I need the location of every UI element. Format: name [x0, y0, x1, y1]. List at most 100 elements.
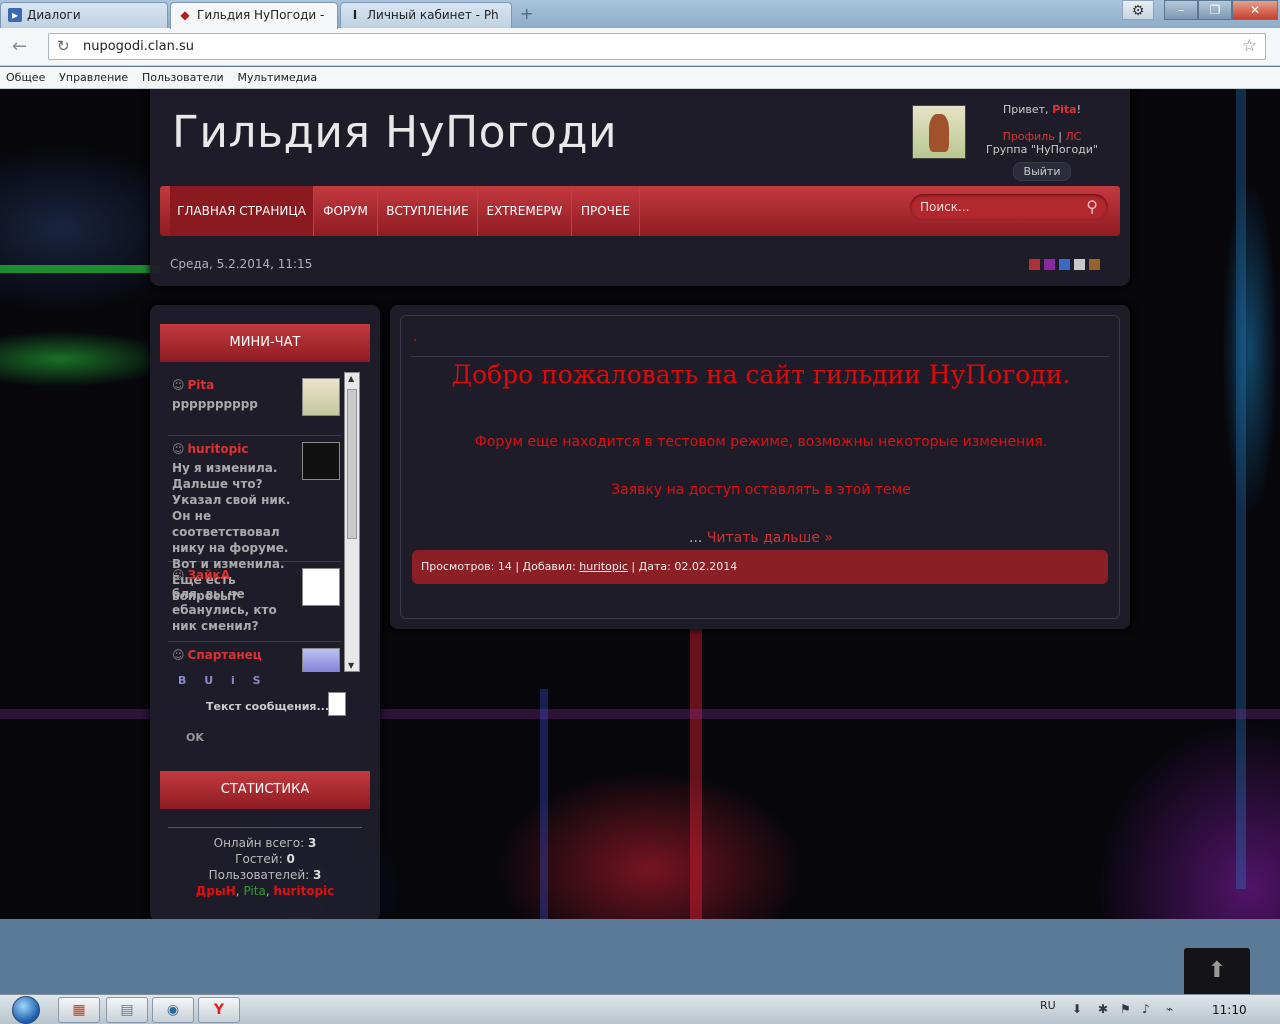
- minichat-title: МИНИ-ЧАТ: [160, 324, 370, 362]
- tab-dialogs[interactable]: ▸ Диалоги: [0, 2, 168, 28]
- color-swatch[interactable]: [1074, 259, 1085, 270]
- network-icon[interactable]: ⌁: [1166, 1002, 1173, 1016]
- read-more: ... Читать дальше »: [401, 530, 1121, 546]
- site-title[interactable]: Гильдия НуПогоди: [172, 107, 617, 158]
- tab-cabinet[interactable]: I Личный кабинет - Ph: [340, 2, 512, 28]
- greeting-username[interactable]: Pita: [1052, 103, 1077, 116]
- url-text[interactable]: nupogodi.clan.su: [83, 39, 194, 54]
- gear-icon[interactable]: ⚙: [1122, 0, 1154, 20]
- clock[interactable]: 11:10: [1212, 1003, 1247, 1017]
- bg-streak: [0, 265, 160, 273]
- chat-message: Спартанец: [168, 642, 342, 672]
- pm-link[interactable]: ЛС: [1065, 130, 1081, 143]
- volume-icon[interactable]: ♪: [1142, 1002, 1150, 1016]
- read-more-link[interactable]: Читать дальше »: [707, 530, 833, 546]
- scroll-to-top-button[interactable]: ⬆: [1184, 948, 1250, 998]
- italic-button[interactable]: i: [231, 674, 235, 687]
- color-swatch[interactable]: [1044, 259, 1055, 270]
- scroll-down-icon[interactable]: ▼: [348, 661, 354, 670]
- bookmarks-bar: Общее Управление Пользователи Мультимеди…: [0, 67, 1280, 89]
- online-user[interactable]: huritopic: [273, 884, 334, 898]
- chat-message: Pita pppppppppp: [168, 372, 342, 436]
- maximize-button[interactable]: ❐: [1198, 0, 1232, 20]
- window-controls: – ❐ ✕: [1164, 0, 1278, 20]
- avatar[interactable]: [302, 378, 340, 416]
- online-user[interactable]: ДрыН: [196, 884, 236, 898]
- logout-button[interactable]: Выйти: [1012, 162, 1072, 181]
- stat-value: 3: [312, 868, 322, 882]
- menu-home[interactable]: ГЛАВНАЯ СТРАНИЦА: [170, 186, 314, 236]
- stat-users: Пользователей: 3: [160, 867, 370, 883]
- paint-icon: ▦: [72, 1002, 86, 1018]
- browser-icon: Y: [213, 1002, 225, 1018]
- strike-button[interactable]: S: [253, 674, 261, 687]
- color-swatch[interactable]: [1089, 259, 1100, 270]
- bookmark-multimedia[interactable]: Мультимедиа: [232, 67, 322, 84]
- language-indicator[interactable]: RU: [1040, 999, 1056, 1012]
- chat-message: huritopic Ну я изменила. Дальше что? Ука…: [168, 436, 342, 603]
- start-button[interactable]: [2, 995, 50, 1024]
- bookmark-star-icon[interactable]: ☆: [1242, 36, 1257, 56]
- new-tab-button[interactable]: +: [520, 4, 533, 23]
- chat-scrollbar[interactable]: ▲ ▼: [344, 372, 360, 672]
- taskbar-app-browser[interactable]: Y: [198, 997, 240, 1023]
- search-icon[interactable]: ⚲: [1086, 197, 1098, 216]
- avatar[interactable]: [302, 442, 340, 480]
- color-swatch[interactable]: [1029, 259, 1040, 270]
- menu-join[interactable]: ВСТУПЛЕНИЕ: [378, 186, 478, 236]
- tab-guild[interactable]: ◆ Гильдия НуПогоди -: [170, 2, 338, 29]
- media-icon: ◉: [166, 1002, 180, 1018]
- chat-author[interactable]: Спартанец: [172, 648, 302, 662]
- news-post: . Добро пожаловать на сайт гильдии НуПог…: [400, 315, 1120, 619]
- ok-button[interactable]: OK: [186, 731, 204, 744]
- chat-author[interactable]: huritopic: [172, 442, 302, 456]
- taskbar-app-notepad[interactable]: ▤: [106, 997, 148, 1023]
- search-input[interactable]: [910, 194, 1070, 220]
- broken-image-icon[interactable]: [302, 568, 340, 606]
- taskbar-app-media[interactable]: ◉: [152, 997, 194, 1023]
- bug-icon[interactable]: ✱: [1098, 1002, 1108, 1016]
- download-icon[interactable]: ⬇: [1072, 1002, 1082, 1016]
- stat-label: Гостей:: [235, 852, 287, 866]
- menu-other[interactable]: ПРОЧЕЕ: [572, 186, 640, 236]
- taskbar-app-paint[interactable]: ▦: [58, 997, 100, 1023]
- chat-author[interactable]: ЗайкА: [172, 568, 302, 582]
- color-scheme-picker: [1029, 259, 1100, 270]
- bookmark-users[interactable]: Пользователи: [136, 67, 228, 84]
- stat-guests: Гостей: 0: [160, 851, 370, 867]
- close-button[interactable]: ✕: [1232, 0, 1278, 20]
- address-bar[interactable]: ↻ nupogodi.clan.su ☆: [48, 33, 1266, 60]
- divider: [411, 356, 1109, 357]
- menu-extremepw[interactable]: EXTREMEPW: [478, 186, 572, 236]
- smiley-box[interactable]: [328, 692, 346, 716]
- profile-link[interactable]: Профиль: [1003, 130, 1055, 143]
- bookmark-general[interactable]: Общее: [0, 67, 49, 84]
- bold-button[interactable]: B: [178, 674, 186, 687]
- post-text-line[interactable]: Заявку на доступ оставлять в этой теме: [401, 482, 1121, 498]
- menu-forum[interactable]: ФОРУМ: [314, 186, 378, 236]
- chat-text: pppppppppp: [172, 397, 258, 411]
- reload-icon[interactable]: ↻: [57, 37, 70, 55]
- fox-avatar-image: [929, 114, 949, 152]
- flag-icon[interactable]: ⚑: [1120, 1002, 1131, 1016]
- message-input[interactable]: Текст сообщения...: [206, 700, 329, 713]
- scroll-thumb[interactable]: [347, 389, 357, 539]
- browser-tab-bar: ▸ Диалоги ◆ Гильдия НуПогоди - I Личный …: [0, 0, 1280, 29]
- scroll-up-icon[interactable]: ▲: [348, 374, 354, 383]
- minimize-button[interactable]: –: [1164, 0, 1198, 20]
- greeting-prefix: Привет,: [1003, 103, 1053, 116]
- online-user[interactable]: Pita: [243, 884, 265, 898]
- back-arrow-icon[interactable]: ←: [12, 36, 27, 57]
- bookmark-management[interactable]: Управление: [53, 67, 132, 84]
- post-title: Добро пожаловать на сайт гильдии НуПогод…: [451, 360, 1071, 389]
- greeting-suffix: !: [1076, 103, 1081, 116]
- post-author-link[interactable]: huritopic: [579, 560, 628, 573]
- divider: [168, 827, 362, 828]
- underline-button[interactable]: U: [204, 674, 213, 687]
- color-swatch[interactable]: [1059, 259, 1070, 270]
- avatar[interactable]: [302, 648, 340, 672]
- chat-author[interactable]: Pita: [172, 378, 302, 392]
- greeting: Привет, Pita!: [982, 103, 1102, 116]
- avatar[interactable]: [912, 105, 966, 159]
- dialog-icon: ▸: [8, 8, 22, 22]
